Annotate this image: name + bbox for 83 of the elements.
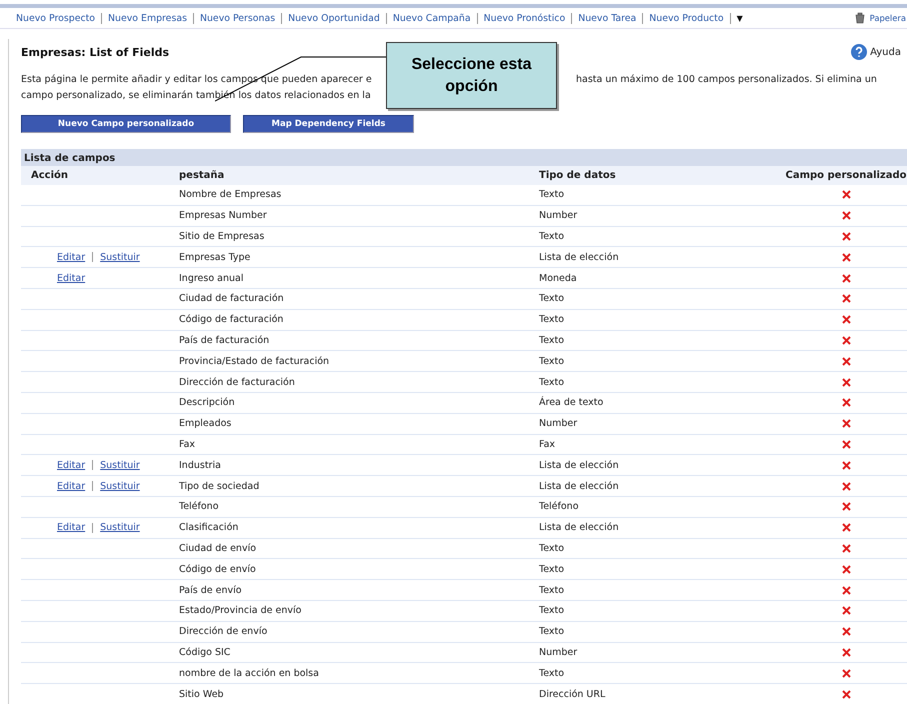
table-cell-text: Nombre de Empresas — [179, 189, 282, 200]
table-cell-text: Empresas Type — [179, 252, 252, 263]
table-cell-text: Fax — [179, 438, 196, 450]
table-cell-text: Texto — [539, 356, 566, 367]
table-cell-text: Moneda — [539, 272, 578, 284]
column-header: Campo personalizado — [784, 170, 907, 181]
nav-link[interactable]: Nuevo Pronóstico — [484, 12, 566, 24]
table-cell-text: Texto — [539, 584, 566, 596]
action-link[interactable]: Sustituir — [100, 522, 140, 534]
table-cell-text: Clasificación — [179, 522, 240, 534]
table-cell-text: Código SIC — [179, 646, 232, 658]
callout: Seleccione esta opción — [386, 42, 557, 109]
table-cell-text: Sitio Web — [179, 688, 225, 700]
action-link[interactable]: Editar — [57, 460, 86, 471]
nav-link[interactable]: Nuevo Oportunidad — [288, 12, 380, 24]
action-button[interactable]: Map Dependency Fields — [243, 115, 414, 133]
table-cell-text: Ingreso anual — [179, 272, 245, 284]
table-cell-text: Área de texto — [539, 397, 604, 408]
more-dropdown[interactable]: ▼ — [736, 14, 743, 22]
table-cell-text: Texto — [539, 314, 566, 326]
table-cell-text: nombre de la acción en bolsa — [179, 668, 320, 679]
action-link[interactable]: Editar — [57, 272, 86, 284]
page-title: Empresas: List of Fields — [21, 46, 170, 58]
table-cell-text: Empresas Number — [179, 210, 268, 222]
table-cell-text: Texto — [539, 376, 566, 388]
table-cell-text: Sitio de Empresas — [179, 230, 266, 242]
action-link[interactable]: Sustituir — [100, 480, 140, 492]
table-cell-text: Texto — [539, 564, 566, 575]
table-cell-text: Provincia/Estado de facturación — [179, 356, 330, 367]
table-cell-text: Código de facturación — [179, 314, 284, 326]
action-link[interactable]: Editar — [57, 480, 86, 492]
action-link[interactable]: Editar — [57, 252, 86, 263]
table-cell-text: Texto — [539, 189, 566, 200]
table-cell-text: Industria — [179, 460, 222, 471]
intro-text: Esta página le permite añadir y editar los campos que pueden aparecer e — [21, 73, 373, 87]
table-cell-text: Number — [539, 418, 578, 430]
intro-text: hasta un máximo de 100 campos personalizados. Si elimina un — [576, 73, 877, 87]
action-button[interactable]: Nuevo Campo personalizado — [21, 115, 231, 133]
table-cell-text: Texto — [539, 605, 566, 616]
nav-link[interactable]: Nuevo Tarea — [578, 12, 636, 24]
table-cell-text: Teléfono — [539, 501, 580, 512]
table-cell-text: Texto — [539, 230, 566, 242]
nav-link[interactable]: Nuevo Campaña — [392, 12, 471, 24]
table-cell-text: Number — [539, 646, 578, 658]
table-cell-text: Teléfono — [179, 501, 220, 512]
table-cell-text: Ciudad de facturación — [179, 293, 285, 304]
table-cell-text: Estado/Provincia de envío — [179, 605, 302, 616]
column-header: Tipo de datos — [539, 170, 617, 181]
table-cell-text: Lista de elección — [539, 460, 620, 471]
table-cell-text: Dirección de envío — [179, 626, 268, 638]
table-cell-text: Texto — [539, 626, 566, 638]
nav-link[interactable]: Nuevo Producto — [649, 12, 724, 24]
table-cell-text: Dirección de facturación — [179, 376, 296, 388]
nav-link[interactable]: Nuevo Prospecto — [16, 12, 96, 24]
table-cell-text: Código de envío — [179, 564, 257, 575]
table-cell-text: Lista de elección — [539, 522, 620, 534]
table-cell-text: Dirección URL — [539, 688, 606, 700]
action-link[interactable]: Editar — [57, 522, 86, 534]
table-cell-text: Empleados — [179, 418, 232, 430]
table-title: Lista de campos — [21, 149, 907, 166]
recycle-bin-link[interactable]: Papelera — [870, 13, 906, 23]
table-cell-text: Texto — [539, 334, 566, 346]
trash-icon[interactable] — [854, 12, 866, 24]
table-cell-text: País de facturación — [179, 334, 270, 346]
action-link[interactable]: Sustituir — [100, 460, 140, 471]
nav-link[interactable]: Nuevo Empresas — [108, 12, 187, 24]
column-header: pestaña — [179, 170, 226, 181]
table-cell-text: Texto — [539, 293, 566, 304]
table-cell-text: Texto — [539, 542, 566, 554]
action-link[interactable]: Sustituir — [100, 252, 140, 263]
help-link[interactable]: Ayuda — [870, 46, 901, 58]
nav-link[interactable]: Nuevo Personas — [200, 12, 276, 24]
column-header: Acción — [30, 170, 70, 181]
table-cell-text: Texto — [539, 668, 566, 679]
table-cell-text: País de envío — [179, 584, 243, 596]
table-cell-text: Lista de elección — [539, 480, 620, 492]
table-cell-text: Lista de elección — [539, 252, 620, 263]
table-cell-text: Ciudad de envío — [179, 542, 258, 554]
table-cell-text: Number — [539, 210, 578, 222]
table-cell-text: Tipo de sociedad — [179, 480, 260, 492]
help-icon[interactable] — [851, 44, 868, 60]
table-cell-text: Descripción — [179, 397, 236, 408]
table-cell-text: Fax — [539, 438, 556, 450]
